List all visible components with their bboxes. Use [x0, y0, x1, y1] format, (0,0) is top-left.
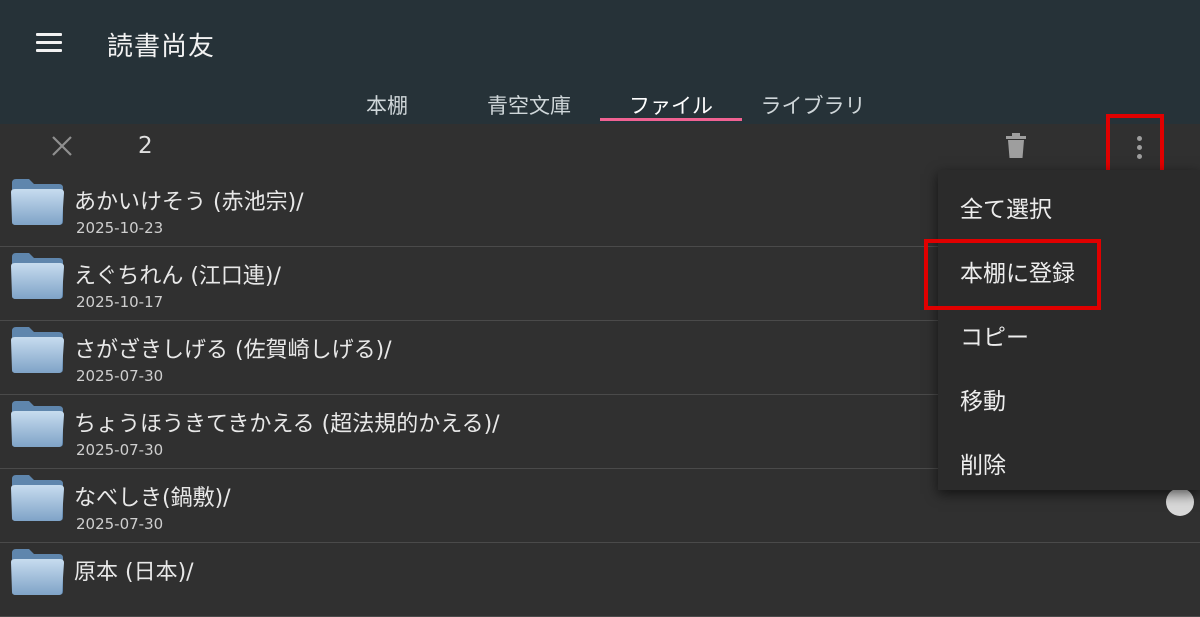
folder-date: 2025-10-17 — [76, 293, 164, 311]
menu-item-copy[interactable]: コピー — [960, 318, 1029, 352]
tab-library[interactable]: ライブラリ — [756, 90, 870, 124]
folder-name: なべしき(鍋敷)/ — [74, 486, 231, 511]
delete-icon[interactable] — [1004, 133, 1028, 159]
folder-date: 2025-10-23 — [76, 219, 164, 237]
folder-icon — [9, 325, 65, 375]
folder-icon — [9, 547, 65, 597]
folder-icon — [9, 473, 65, 523]
file-row[interactable]: 原本 (日本)/ — [0, 542, 1200, 617]
menu-item-select-all[interactable]: 全て選択 — [960, 190, 1052, 224]
hamburger-menu-icon[interactable] — [36, 33, 62, 53]
app-title: 読書尚友 — [107, 32, 216, 62]
folder-date: 2025-07-30 — [76, 367, 164, 385]
selected-count: 2 — [138, 133, 153, 159]
menu-item-delete[interactable]: 削除 — [960, 446, 1006, 480]
folder-name: あかいけそう (赤池宗)/ — [74, 190, 304, 215]
menu-item-move[interactable]: 移動 — [960, 382, 1006, 416]
tab-bookshelf[interactable]: 本棚 — [352, 90, 422, 124]
folder-name: さがざきしげる (佐賀崎しげる)/ — [74, 338, 392, 363]
close-icon[interactable] — [50, 134, 74, 158]
menu-item-add-to-bookshelf[interactable]: 本棚に登録 — [960, 254, 1075, 288]
folder-date: 2025-07-30 — [76, 441, 164, 459]
folder-date: 2025-07-30 — [76, 515, 164, 533]
folder-icon — [9, 399, 65, 449]
folder-name: 原本 (日本)/ — [74, 560, 194, 585]
folder-icon — [9, 251, 65, 301]
tab-aozora-bunko[interactable]: 青空文庫 — [476, 90, 582, 124]
active-tab-indicator — [600, 118, 742, 121]
folder-name: えぐちれん (江口連)/ — [74, 264, 281, 289]
folder-icon — [9, 177, 65, 227]
overflow-popup-menu: 全て選択 本棚に登録 コピー 移動 削除 — [938, 170, 1200, 490]
more-options-icon[interactable] — [1125, 133, 1153, 161]
folder-name: ちょうほうきてきかえる (超法規的かえる)/ — [74, 412, 500, 437]
fast-scroll-handle[interactable] — [1166, 488, 1194, 516]
